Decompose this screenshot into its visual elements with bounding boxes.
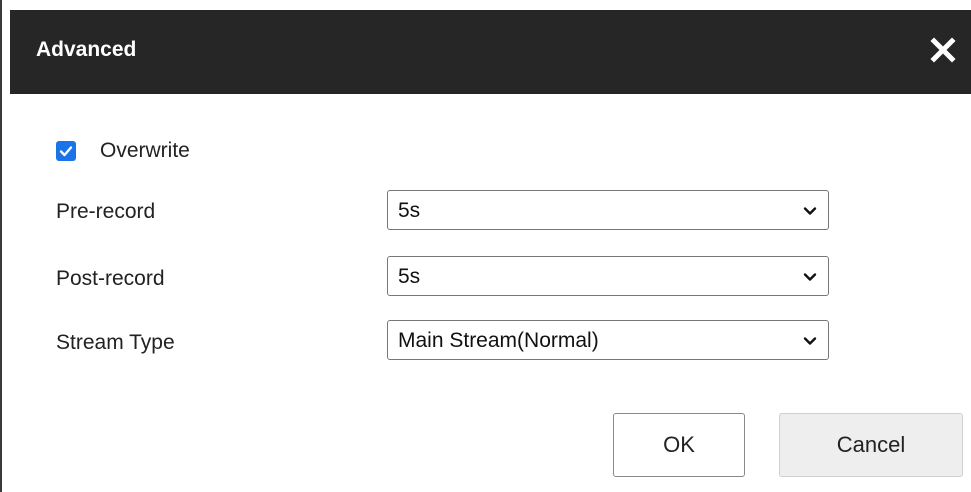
post-record-select[interactable]: 5s bbox=[387, 256, 829, 296]
pre-record-value: 5s bbox=[398, 199, 421, 222]
chevron-down-icon bbox=[803, 337, 817, 345]
checkmark-icon bbox=[59, 146, 73, 157]
pre-record-select[interactable]: 5s bbox=[387, 190, 829, 230]
stream-type-select[interactable]: Main Stream(Normal) bbox=[387, 320, 829, 360]
close-icon[interactable] bbox=[925, 32, 961, 68]
stream-type-label: Stream Type bbox=[56, 331, 175, 354]
cancel-button[interactable]: Cancel bbox=[779, 413, 963, 477]
overwrite-label: Overwrite bbox=[100, 139, 190, 162]
ok-button[interactable]: OK bbox=[613, 413, 745, 477]
advanced-dialog: Advanced Overwrite Pre-record 5s Post-re… bbox=[10, 10, 971, 492]
window-edge bbox=[0, 0, 2, 492]
chevron-down-icon bbox=[803, 207, 817, 215]
overwrite-row: Overwrite bbox=[56, 138, 190, 164]
post-record-label: Post-record bbox=[56, 267, 165, 290]
dialog-titlebar: Advanced bbox=[10, 10, 971, 94]
stream-type-value: Main Stream(Normal) bbox=[398, 329, 599, 352]
overwrite-checkbox[interactable] bbox=[56, 141, 76, 161]
chevron-down-icon bbox=[803, 273, 817, 281]
post-record-value: 5s bbox=[398, 265, 421, 288]
pre-record-label: Pre-record bbox=[56, 200, 156, 223]
dialog-title: Advanced bbox=[36, 38, 137, 61]
screen: Advanced Overwrite Pre-record 5s Post-re… bbox=[0, 0, 971, 492]
